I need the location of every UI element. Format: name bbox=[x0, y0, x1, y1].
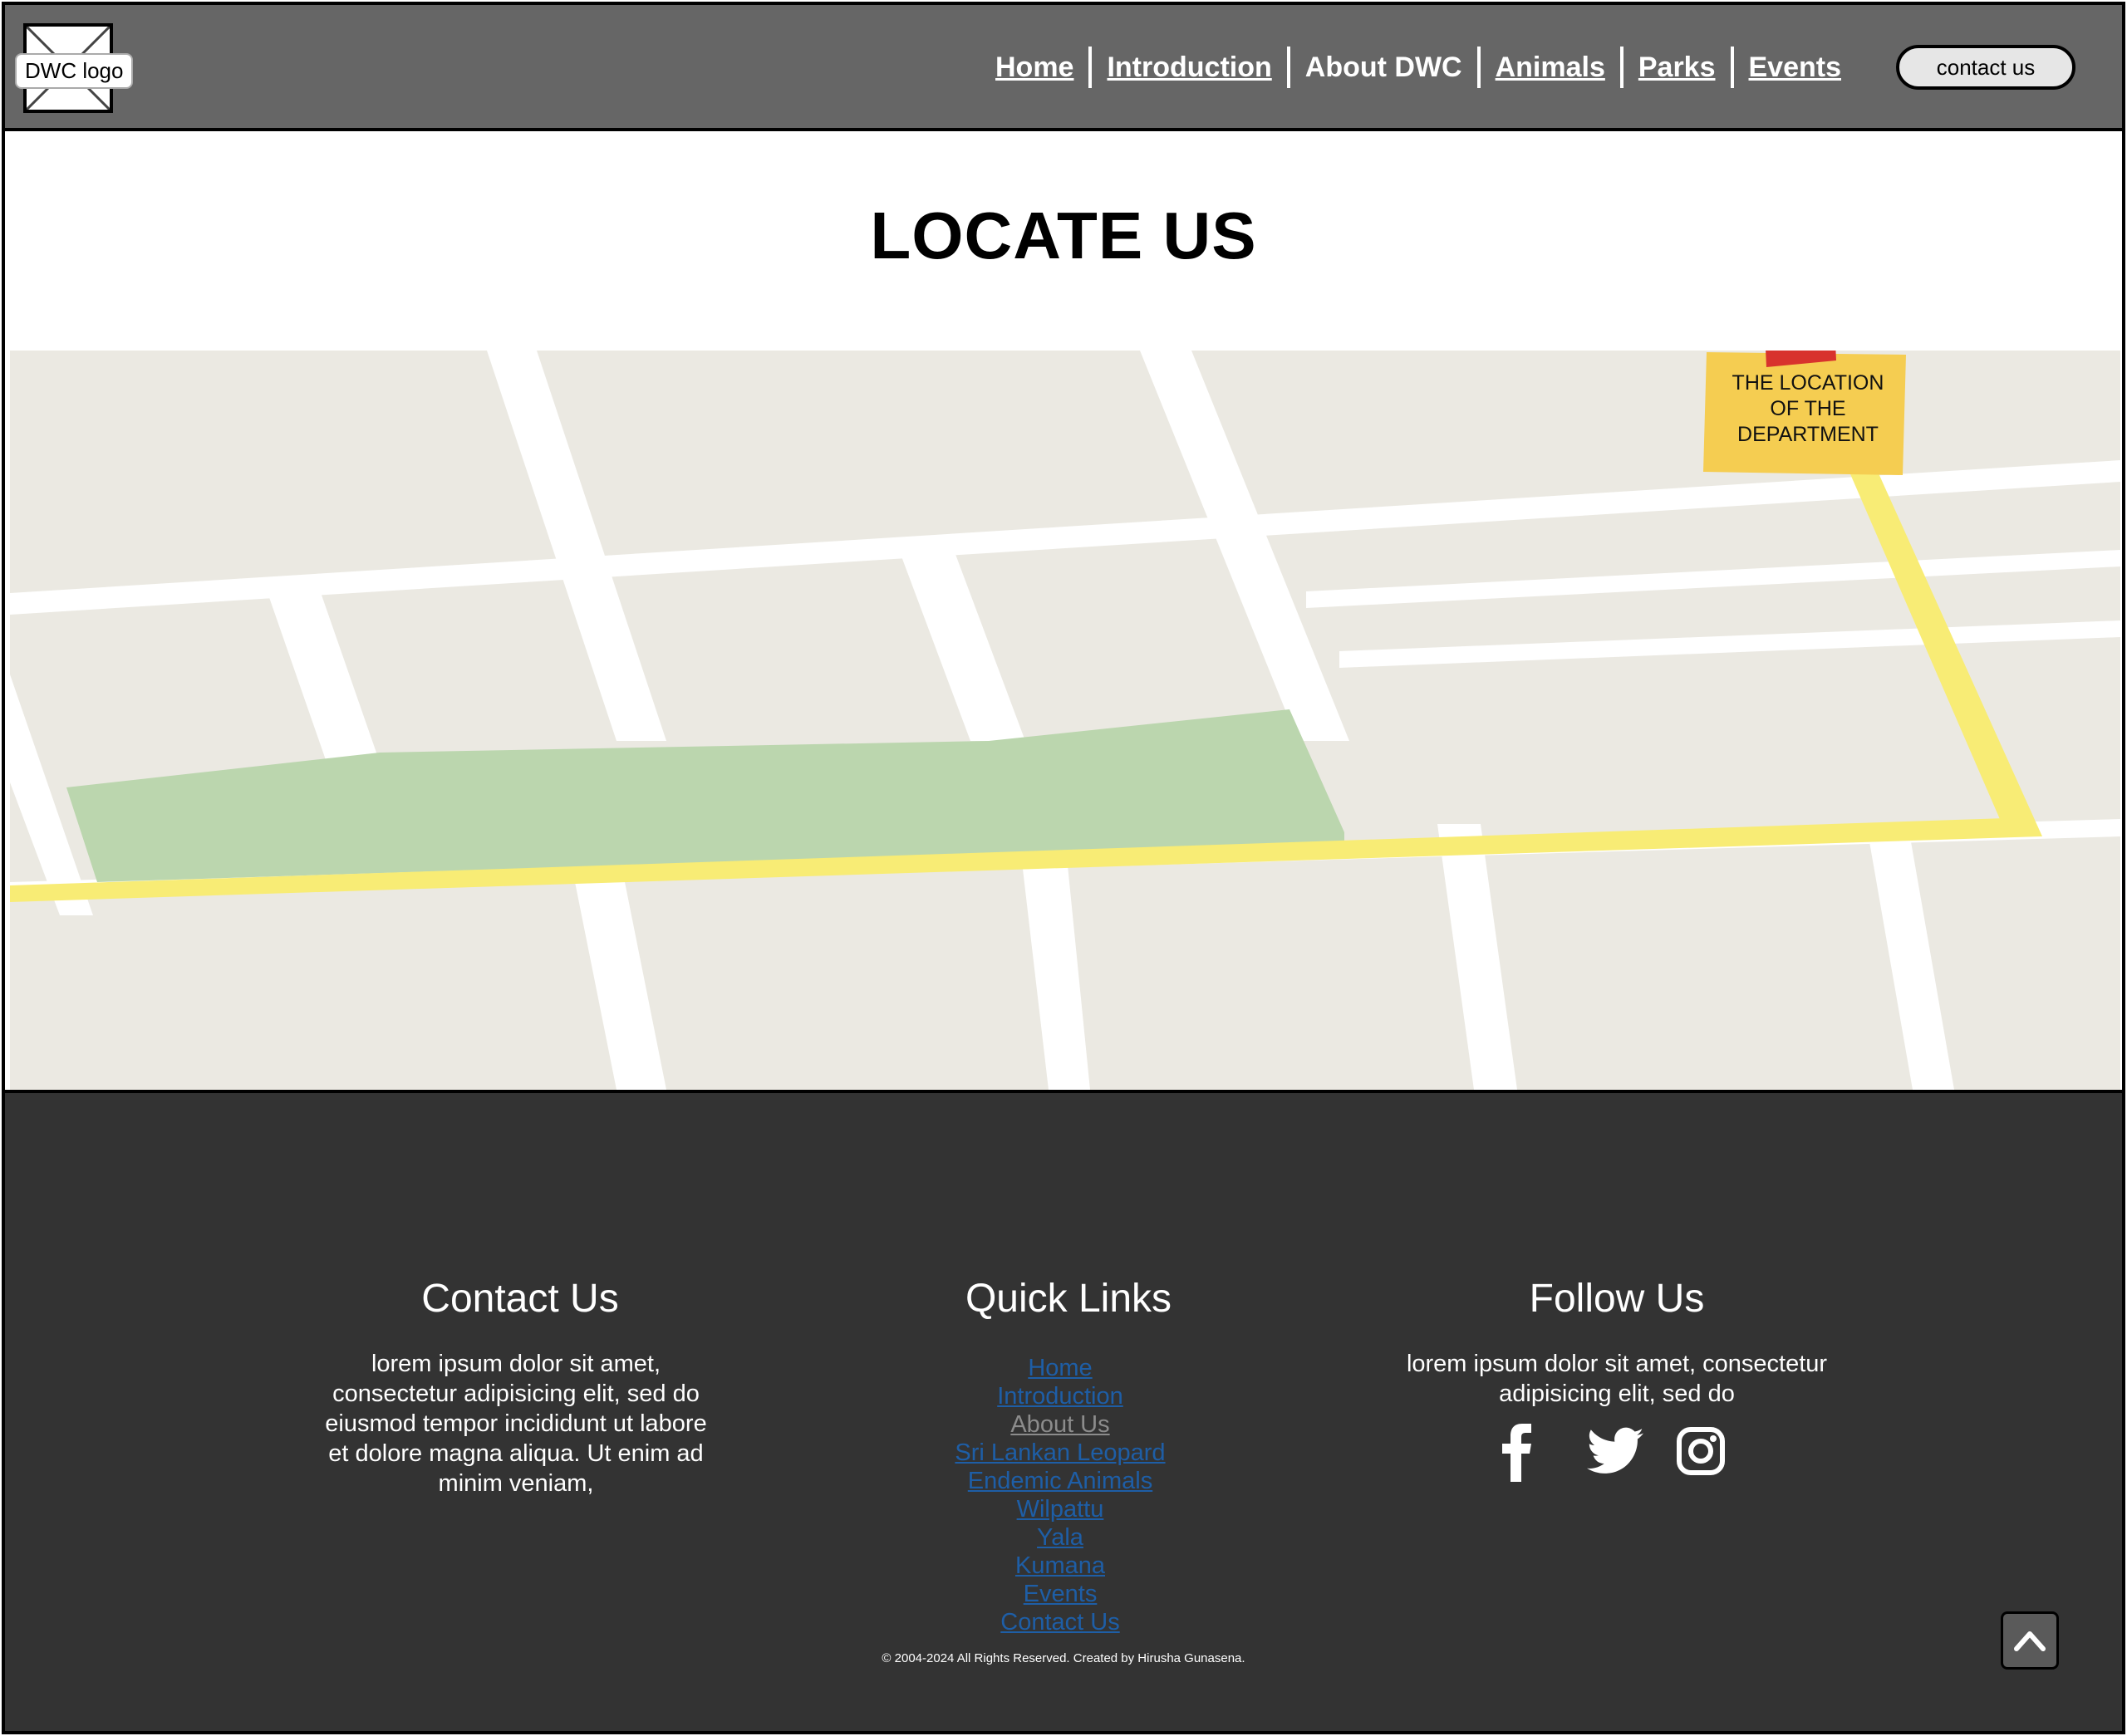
nav-introduction[interactable]: Introduction bbox=[1092, 51, 1286, 84]
follow-us-text: lorem ipsum dolor sit amet, consectetur … bbox=[1406, 1351, 1828, 1407]
quick-links-heading: Quick Links bbox=[965, 1277, 1172, 1321]
nav-events[interactable]: Events bbox=[1734, 51, 1857, 84]
footer-link-leopard[interactable]: Sri Lankan Leopard bbox=[894, 1439, 1226, 1467]
footer-link-events[interactable]: Events bbox=[894, 1580, 1226, 1608]
logo-label: DWC logo bbox=[15, 53, 134, 89]
quick-links-list: Home Introduction About Us Sri Lankan Le… bbox=[894, 1354, 1226, 1636]
footer-link-introduction[interactable]: Introduction bbox=[894, 1382, 1226, 1410]
copyright-text: © 2004-2024 All Rights Reserved. Created… bbox=[882, 1651, 1245, 1665]
contact-us-button[interactable]: contact us bbox=[1896, 45, 2075, 90]
footer-link-about-us[interactable]: About Us bbox=[894, 1410, 1226, 1439]
twitter-icon[interactable] bbox=[1587, 1427, 1643, 1475]
contact-us-heading: Contact Us bbox=[421, 1277, 619, 1321]
footer-link-home[interactable]: Home bbox=[894, 1354, 1226, 1382]
nav-animals[interactable]: Animals bbox=[1481, 51, 1620, 84]
contact-us-text: lorem ipsum dolor sit amet, consectetur … bbox=[325, 1351, 707, 1497]
footer-link-kumana[interactable]: Kumana bbox=[894, 1552, 1226, 1580]
footer-link-endemic-animals[interactable]: Endemic Animals bbox=[894, 1467, 1226, 1495]
footer-link-wilpattu[interactable]: Wilpattu bbox=[894, 1495, 1226, 1523]
footer-link-yala[interactable]: Yala bbox=[894, 1523, 1226, 1552]
page-title: LOCATE US bbox=[870, 199, 1257, 272]
nav-parks[interactable]: Parks bbox=[1623, 51, 1731, 84]
follow-us-heading: Follow Us bbox=[1529, 1277, 1705, 1321]
facebook-icon[interactable] bbox=[1497, 1424, 1547, 1482]
instagram-icon[interactable] bbox=[1677, 1427, 1725, 1475]
nav-home[interactable]: Home bbox=[980, 51, 1088, 84]
main-nav: Home Introduction About DWC Animals Park… bbox=[980, 47, 1856, 88]
site-header: DWC logo Home Introduction About DWC Ani… bbox=[5, 5, 2122, 131]
location-map[interactable] bbox=[10, 351, 2120, 1090]
chevron-up-icon bbox=[2014, 1631, 2046, 1651]
logo-placeholder[interactable]: DWC logo bbox=[15, 23, 134, 113]
page-frame: DWC logo Home Introduction About DWC Ani… bbox=[2, 2, 2125, 1734]
location-note-text: THE LOCATION OF THE DEPARTMENT bbox=[1732, 371, 1884, 446]
footer-link-contact-us[interactable]: Contact Us bbox=[894, 1608, 1226, 1636]
nav-about-dwc[interactable]: About DWC bbox=[1290, 51, 1477, 84]
scroll-to-top-button[interactable] bbox=[2001, 1611, 2059, 1670]
